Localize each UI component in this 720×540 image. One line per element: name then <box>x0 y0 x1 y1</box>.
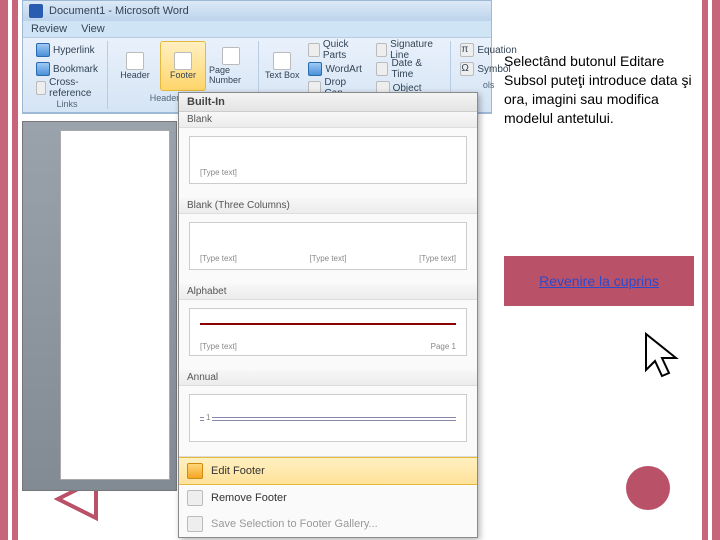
titlebar: Document1 - Microsoft Word <box>23 1 491 21</box>
remove-footer-item[interactable]: Remove Footer <box>179 485 477 511</box>
pagenum-icon <box>222 47 240 65</box>
annual-label: Annual <box>179 370 477 386</box>
crossref-icon <box>36 81 46 95</box>
alphabet-preview[interactable]: [Type text] Page 1 <box>179 300 477 370</box>
symbol-icon: Ω <box>460 62 474 76</box>
footer-dropdown: Built-In Blank [Type text] Blank (Three … <box>178 92 478 538</box>
textbox-icon <box>273 52 291 70</box>
bookmark-button[interactable]: Bookmark <box>31 60 103 78</box>
blank3-preview[interactable]: [Type text] [Type text] [Type text] <box>179 214 477 284</box>
datetime-icon <box>376 62 389 76</box>
crossref-button[interactable]: Cross-reference <box>31 79 103 97</box>
edit-footer-item[interactable]: Edit Footer <box>179 457 477 485</box>
hyperlink-icon <box>36 43 50 57</box>
info-text: Selectând butonul Editare Subsol puteţi … <box>504 52 694 128</box>
hyperlink-button[interactable]: Hyperlink <box>31 41 103 59</box>
save-footer-item: Save Selection to Footer Gallery... <box>179 511 477 537</box>
wordart-button[interactable]: WordArt <box>303 60 368 78</box>
footer-button[interactable]: Footer <box>160 41 206 91</box>
cursor-icon <box>640 330 688 385</box>
save-footer-icon <box>187 516 203 532</box>
annual-preview[interactable]: 1 <box>179 386 477 456</box>
equation-icon: π <box>460 43 474 57</box>
alphabet-label: Alphabet <box>179 284 477 300</box>
return-link[interactable]: Revenire la cuprins <box>539 273 659 289</box>
ribbon-tabs: Review View <box>23 21 491 37</box>
blank3-label: Blank (Three Columns) <box>179 198 477 214</box>
textbox-button[interactable]: Text Box <box>263 41 301 91</box>
blank-preview[interactable]: [Type text] <box>179 128 477 198</box>
edit-footer-icon <box>187 463 203 479</box>
builtin-header: Built-In <box>179 93 477 112</box>
quickparts-button[interactable]: Quick Parts <box>303 41 368 59</box>
quickparts-icon <box>308 43 319 57</box>
signature-icon <box>376 43 388 57</box>
footer-icon <box>174 52 192 70</box>
window-title: Document1 - Microsoft Word <box>49 5 189 17</box>
tab-review[interactable]: Review <box>31 23 67 35</box>
tab-view[interactable]: View <box>81 23 105 35</box>
bookmark-icon <box>36 62 50 76</box>
return-button[interactable]: Revenire la cuprins <box>504 256 694 306</box>
decorative-circle <box>626 466 670 510</box>
word-icon <box>29 4 43 18</box>
wordart-icon <box>308 62 322 76</box>
pagenum-button[interactable]: Page Number <box>208 41 254 91</box>
header-icon <box>126 52 144 70</box>
blank-label: Blank <box>179 112 477 128</box>
header-button[interactable]: Header <box>112 41 158 91</box>
signature-button[interactable]: Signature Line <box>371 41 447 59</box>
document-page <box>60 130 170 480</box>
links-group-label: Links <box>31 99 103 109</box>
datetime-button[interactable]: Date & Time <box>371 60 447 78</box>
remove-footer-icon <box>187 490 203 506</box>
